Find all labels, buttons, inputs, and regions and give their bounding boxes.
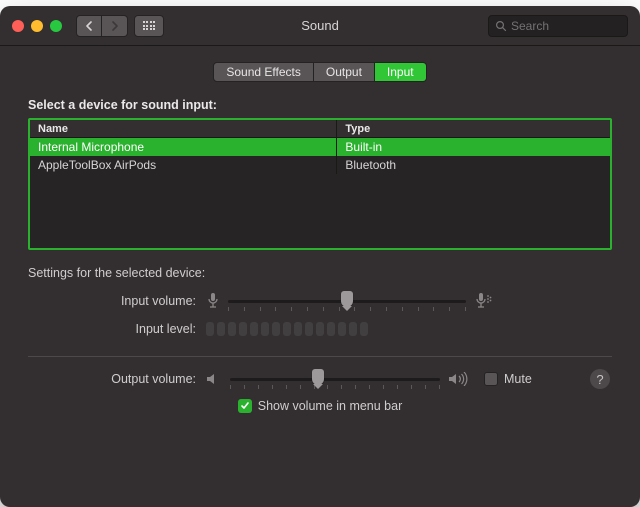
- table-row[interactable]: Internal Microphone Built-in: [30, 138, 610, 156]
- footer-area: Output volume: Mute: [0, 357, 640, 413]
- content-area: Select a device for sound input: Name Ty…: [0, 82, 640, 336]
- help-button[interactable]: ?: [590, 369, 610, 389]
- column-type[interactable]: Type: [337, 120, 610, 137]
- microphone-low-icon: [206, 292, 220, 310]
- close-icon[interactable]: [12, 20, 24, 32]
- show-volume-checkbox[interactable]: [238, 399, 252, 413]
- output-volume-label: Output volume:: [28, 372, 206, 386]
- window-controls: [12, 20, 62, 32]
- tab-input[interactable]: Input: [375, 62, 427, 82]
- input-volume-row: Input volume:: [28, 292, 612, 310]
- back-button[interactable]: [76, 15, 102, 37]
- table-row[interactable]: AppleToolBox AirPods Bluetooth: [30, 156, 610, 174]
- settings-section-label: Settings for the selected device:: [28, 266, 612, 280]
- column-name[interactable]: Name: [30, 120, 337, 137]
- tab-sound-effects[interactable]: Sound Effects: [213, 62, 314, 82]
- device-table: Name Type Internal Microphone Built-in A…: [28, 118, 612, 250]
- tab-bar: Sound Effects Output Input: [0, 62, 640, 82]
- speaker-low-icon: [206, 372, 222, 386]
- device-type: Bluetooth: [337, 156, 610, 174]
- minimize-icon[interactable]: [31, 20, 43, 32]
- device-name: Internal Microphone: [30, 138, 337, 156]
- input-volume-slider[interactable]: [228, 293, 466, 309]
- input-volume-control: [206, 292, 492, 310]
- output-volume-slider[interactable]: [230, 371, 440, 387]
- nav-buttons: [76, 15, 128, 37]
- input-level-meter: [206, 322, 368, 336]
- show-volume-label: Show volume in menu bar: [258, 399, 403, 413]
- mute-label: Mute: [504, 372, 532, 386]
- show-all-button[interactable]: [134, 15, 164, 37]
- output-volume-row: Output volume: Mute: [28, 371, 612, 387]
- tab-output[interactable]: Output: [314, 62, 375, 82]
- table-header: Name Type: [30, 120, 610, 138]
- titlebar: Sound Search: [0, 6, 640, 46]
- mute-checkbox[interactable]: [484, 372, 498, 386]
- microphone-high-icon: [474, 292, 492, 310]
- device-type: Built-in: [337, 138, 610, 156]
- input-level-row: Input level:: [28, 322, 612, 336]
- speaker-high-icon: [448, 372, 470, 386]
- input-volume-label: Input volume:: [28, 294, 206, 308]
- grid-icon: [143, 21, 156, 30]
- show-volume-row: Show volume in menu bar: [28, 399, 612, 413]
- zoom-icon[interactable]: [50, 20, 62, 32]
- input-level-label: Input level:: [28, 322, 206, 336]
- device-name: AppleToolBox AirPods: [30, 156, 337, 174]
- forward-button[interactable]: [102, 15, 128, 37]
- sound-preferences-window: Sound Search Sound Effects Output Input …: [0, 6, 640, 507]
- device-section-label: Select a device for sound input:: [28, 98, 612, 112]
- search-placeholder: Search: [511, 19, 549, 33]
- search-icon: [495, 20, 507, 32]
- search-input[interactable]: Search: [488, 15, 628, 37]
- mute-control: Mute: [484, 372, 532, 386]
- checkmark-icon: [240, 401, 250, 411]
